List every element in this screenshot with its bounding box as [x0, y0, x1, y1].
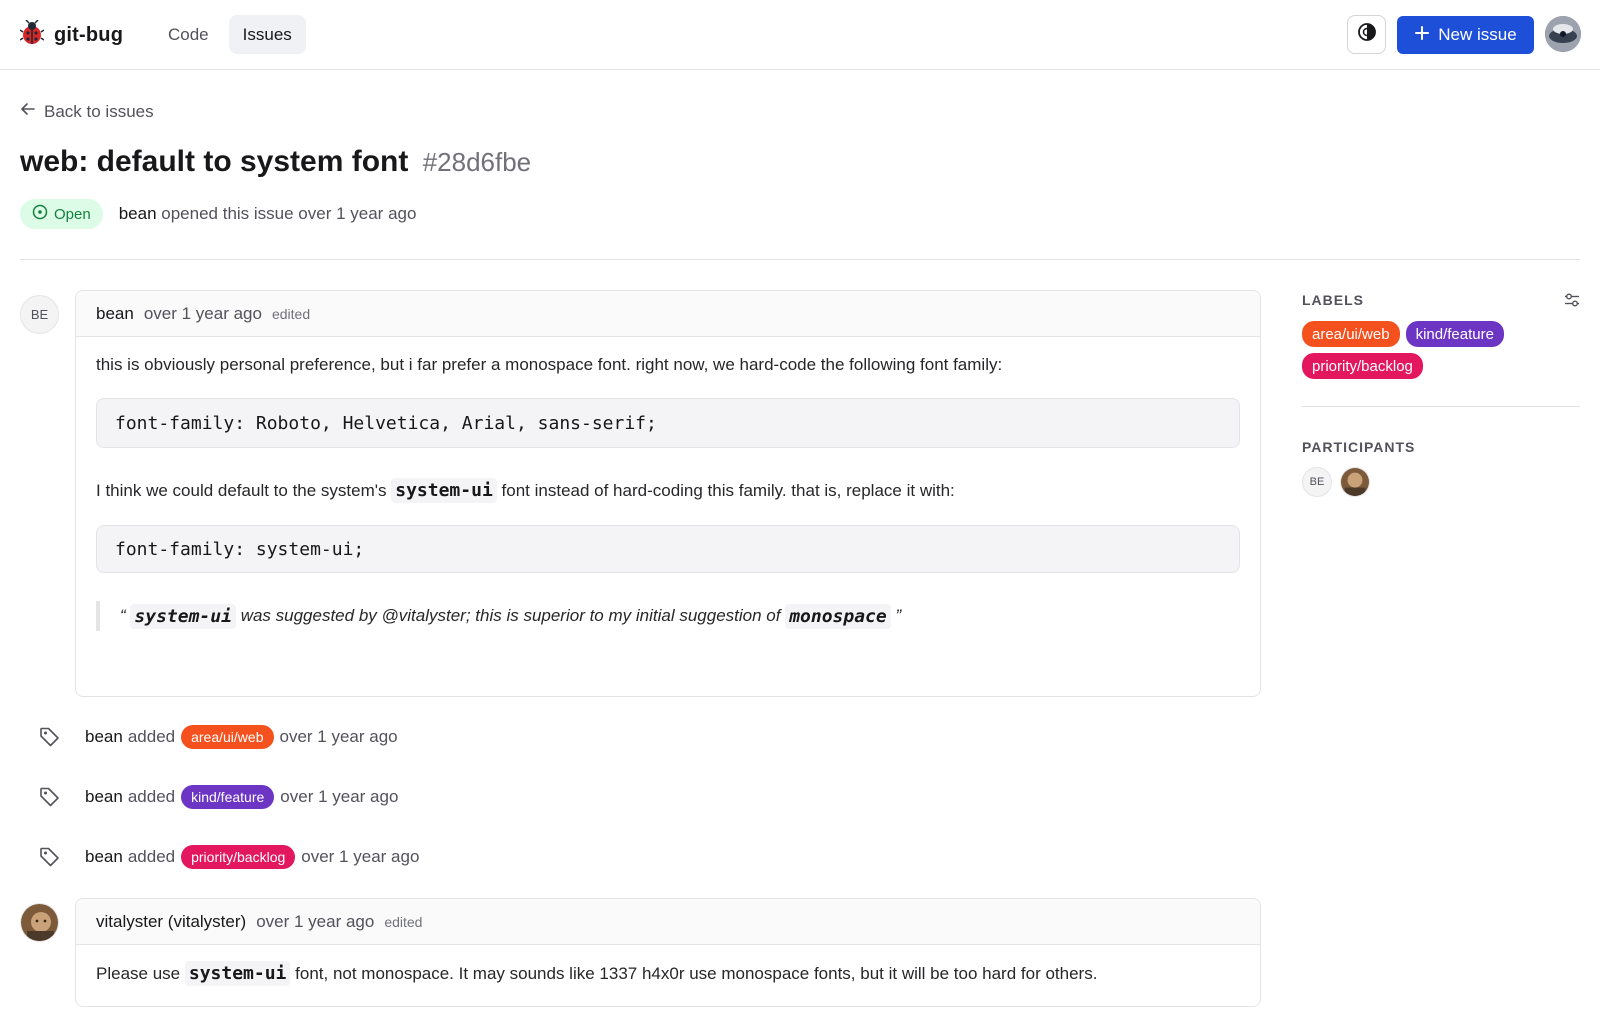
status-badge: Open [20, 199, 103, 229]
opened-meta: bean opened this issue over 1 year ago [119, 204, 417, 224]
back-link-label: Back to issues [44, 101, 154, 121]
issue-id: #28d6fbe [422, 147, 532, 177]
event-action: added [127, 787, 176, 806]
new-issue-button[interactable]: New issue [1397, 16, 1534, 54]
opened-text: opened this issue over 1 year ago [161, 204, 417, 223]
event-time: over 1 year ago [280, 787, 399, 806]
theme-toggle-icon [1357, 22, 1377, 47]
comment-paragraph: I think we could default to the system's… [96, 478, 1240, 503]
participant-avatar[interactable]: BE [1302, 467, 1332, 497]
paragraph-text: Please use [96, 964, 181, 983]
event-time: over 1 year ago [301, 847, 420, 866]
participant-avatar[interactable] [1340, 467, 1370, 497]
paragraph-text: font instead of hard-coding this family.… [501, 481, 955, 500]
main-nav: Code Issues [154, 15, 306, 54]
label-badge[interactable]: kind/feature [1405, 321, 1504, 347]
issue-title-text: web: default to system font [20, 145, 409, 178]
comment-edited[interactable]: edited [272, 306, 310, 322]
sidebar-divider [1302, 406, 1580, 407]
label-badge[interactable]: priority/backlog [1302, 353, 1423, 379]
status-label: Open [54, 205, 91, 223]
issue-status-row: Open bean opened this issue over 1 year … [20, 199, 416, 229]
inline-code: monospace [785, 603, 891, 629]
bug-logo-icon [19, 19, 45, 51]
label-badge[interactable]: area/ui/web [181, 725, 274, 749]
code-block: font-family: system-ui; [96, 525, 1240, 573]
labels-list: area/ui/web kind/feature priority/backlo… [1302, 321, 1572, 379]
inline-code: system-ui [130, 603, 236, 629]
participants-list: BE [1302, 467, 1370, 497]
comment-time: over 1 year ago [143, 303, 262, 323]
plus-icon [1414, 25, 1430, 46]
issue-author[interactable]: bean [119, 204, 157, 223]
user-avatar[interactable] [1545, 16, 1581, 52]
nav-code-link[interactable]: Code [154, 15, 223, 54]
inline-code: system-ui [391, 478, 497, 503]
timeline-event: bean added area/ui/web over 1 year ago [38, 722, 398, 752]
block-quote: “ system-ui was suggested by @vitalyster… [96, 601, 1240, 631]
event-author[interactable]: bean [85, 787, 123, 807]
comment-author[interactable]: bean [96, 304, 134, 324]
open-circle-icon [32, 204, 48, 224]
event-time: over 1 year ago [279, 727, 398, 746]
settings-sliders-icon[interactable] [1564, 292, 1580, 308]
code-block: font-family: Roboto, Helvetica, Arial, s… [96, 398, 1240, 448]
header-divider [20, 259, 1580, 260]
label-badge[interactable]: area/ui/web [1302, 321, 1400, 347]
theme-toggle-button[interactable] [1347, 15, 1386, 54]
comment-body: Please use system-ui font, not monospace… [76, 945, 1260, 986]
timeline-event: bean added priority/backlog over 1 year … [38, 842, 419, 872]
comment-header: vitalyster (vitalyster) over 1 year ago … [76, 899, 1260, 945]
quote-mark: ” [895, 606, 902, 625]
labels-heading: LABELS [1302, 292, 1364, 308]
back-to-issues-link[interactable]: Back to issues [20, 101, 154, 122]
label-badge[interactable]: priority/backlog [181, 845, 296, 869]
timeline-event: bean added kind/feature over 1 year ago [38, 782, 398, 812]
new-issue-label: New issue [1438, 25, 1517, 44]
tag-icon [38, 845, 62, 869]
event-author[interactable]: bean [85, 847, 123, 867]
comment-card: vitalyster (vitalyster) over 1 year ago … [75, 898, 1261, 1007]
event-action: added [127, 727, 176, 746]
brand-link[interactable]: git-bug [19, 19, 124, 51]
tag-icon [38, 725, 62, 749]
event-action: added [127, 847, 176, 866]
quote-mark: “ [120, 606, 126, 625]
comment-time: over 1 year ago [256, 911, 375, 931]
comment-edited[interactable]: edited [384, 914, 422, 930]
label-badge[interactable]: kind/feature [181, 785, 275, 809]
top-navbar: git-bug Code Issues New issue [0, 0, 1600, 70]
issue-title: web: default to system font #28d6fbe [20, 145, 531, 179]
comment-card: bean over 1 year ago edited this is obvi… [75, 290, 1261, 697]
tag-icon [38, 785, 62, 809]
comment-avatar[interactable] [20, 903, 59, 942]
comment-avatar[interactable]: BE [20, 295, 59, 334]
paragraph-text: font, not monospace. It may sounds like … [295, 964, 1098, 983]
event-author[interactable]: bean [85, 727, 123, 747]
brand-name: git-bug [54, 24, 124, 46]
arrow-left-icon [20, 101, 36, 122]
quote-text: was suggested by @vitalyster; this is su… [240, 606, 781, 625]
comment-paragraph: Please use system-ui font, not monospace… [96, 961, 1240, 986]
comment-header: bean over 1 year ago edited [76, 291, 1260, 337]
comment-paragraph: this is obviously personal preference, b… [96, 355, 1003, 374]
participants-heading: PARTICIPANTS [1302, 439, 1416, 455]
nav-issues-link[interactable]: Issues [228, 15, 306, 54]
comment-author[interactable]: vitalyster (vitalyster) [96, 912, 246, 932]
comment-body: this is obviously personal preference, b… [76, 337, 1260, 631]
inline-code: system-ui [184, 961, 291, 986]
paragraph-text: I think we could default to the system's [96, 481, 387, 500]
